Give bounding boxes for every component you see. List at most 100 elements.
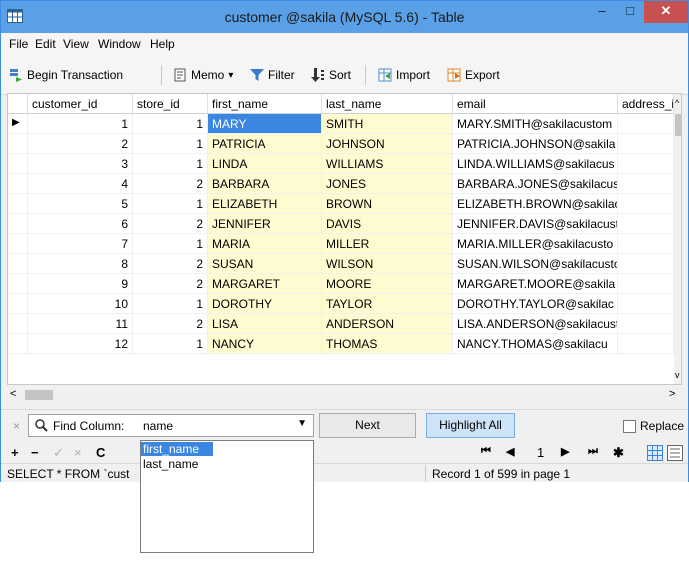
table-row[interactable]: 8 2 SUSAN WILSON SUSAN.WILSON@sakilacusto	[8, 254, 674, 274]
cell-first-name[interactable]: MARIA	[208, 234, 322, 254]
maximize-button[interactable]: □	[617, 1, 643, 23]
cell-last-name[interactable]: SMITH	[322, 114, 453, 134]
column-header-last-name[interactable]: last_name	[322, 94, 453, 114]
cell-last-name[interactable]: ANDERSON	[322, 314, 453, 334]
cell-address-id[interactable]	[618, 214, 674, 234]
cell-store-id[interactable]: 1	[133, 154, 208, 174]
row-selector[interactable]	[8, 294, 28, 314]
column-header-first-name[interactable]: first_name	[208, 94, 322, 114]
cell-customer-id[interactable]: 7	[28, 234, 133, 254]
row-selector[interactable]	[8, 334, 28, 354]
cell-first-name[interactable]: NANCY	[208, 334, 322, 354]
cell-address-id[interactable]	[618, 254, 674, 274]
cell-first-name[interactable]: LINDA	[208, 154, 322, 174]
column-suggestion-dropdown[interactable]: first_name last_name	[140, 440, 314, 553]
next-button[interactable]: Next	[319, 413, 416, 438]
settings-gear-icon[interactable]: ✱	[613, 445, 624, 461]
cell-last-name[interactable]: JOHNSON	[322, 134, 453, 154]
table-row[interactable]: ▶ 1 1 MARY SMITH MARY.SMITH@sakilacustom	[8, 114, 674, 134]
title-bar[interactable]: customer @sakila (MySQL 5.6) - Table ‒ □…	[1, 1, 688, 33]
dropdown-option-first-name[interactable]: first_name	[141, 442, 213, 456]
cell-customer-id[interactable]: 8	[28, 254, 133, 274]
cell-last-name[interactable]: BROWN	[322, 194, 453, 214]
vertical-scroll-thumb[interactable]	[675, 114, 681, 136]
cell-store-id[interactable]: 1	[133, 294, 208, 314]
cell-first-name[interactable]: PATRICIA	[208, 134, 322, 154]
table-row[interactable]: 3 1 LINDA WILLIAMS LINDA.WILLIAMS@sakilacus	[8, 154, 674, 174]
cell-customer-id[interactable]: 2	[28, 134, 133, 154]
cell-last-name[interactable]: MOORE	[322, 274, 453, 294]
table-row[interactable]: 9 2 MARGARET MOORE MARGARET.MOORE@sakila	[8, 274, 674, 294]
discard-changes-button[interactable]: ×	[74, 445, 82, 460]
cell-store-id[interactable]: 2	[133, 254, 208, 274]
table-row[interactable]: 6 2 JENNIFER DAVIS JENNIFER.DAVIS@sakilacust	[8, 214, 674, 234]
table-row[interactable]: 10 1 DOROTHY TAYLOR DOROTHY.TAYLOR@sakilac	[8, 294, 674, 314]
cell-store-id[interactable]: 2	[133, 214, 208, 234]
column-header-email[interactable]: email	[453, 94, 618, 114]
cell-address-id[interactable]	[618, 114, 674, 134]
cell-customer-id[interactable]: 11	[28, 314, 133, 334]
cell-first-name[interactable]: LISA	[208, 314, 322, 334]
cell-first-name[interactable]: MARY	[208, 114, 322, 134]
form-view-icon[interactable]	[667, 445, 683, 461]
cell-first-name[interactable]: SUSAN	[208, 254, 322, 274]
column-header-address-id[interactable]: address_i	[618, 94, 674, 114]
highlight-all-button[interactable]: Highlight All	[426, 413, 515, 438]
cell-first-name[interactable]: MARGARET	[208, 274, 322, 294]
close-find-icon[interactable]: ×	[13, 419, 20, 433]
menu-window[interactable]: Window	[98, 37, 141, 51]
cell-email[interactable]: BARBARA.JONES@sakilacust	[453, 174, 618, 194]
grid-view-icon[interactable]	[647, 445, 663, 461]
menu-help[interactable]: Help	[150, 37, 175, 51]
table-row[interactable]: 7 1 MARIA MILLER MARIA.MILLER@sakilacusto	[8, 234, 674, 254]
cell-email[interactable]: MARIA.MILLER@sakilacusto	[453, 234, 618, 254]
cell-email[interactable]: ELIZABETH.BROWN@sakilac	[453, 194, 618, 214]
cell-address-id[interactable]	[618, 314, 674, 334]
cell-customer-id[interactable]: 3	[28, 154, 133, 174]
table-row[interactable]: 11 2 LISA ANDERSON LISA.ANDERSON@sakilacust	[8, 314, 674, 334]
cell-address-id[interactable]	[618, 174, 674, 194]
row-selector[interactable]	[8, 194, 28, 214]
horizontal-scroll-thumb[interactable]	[25, 390, 53, 400]
cell-address-id[interactable]	[618, 294, 674, 314]
row-selector[interactable]	[8, 134, 28, 154]
cell-last-name[interactable]: MILLER	[322, 234, 453, 254]
cell-email[interactable]: LISA.ANDERSON@sakilacust	[453, 314, 618, 334]
last-record-button[interactable]: ⏭	[588, 445, 598, 458]
cell-email[interactable]: LINDA.WILLIAMS@sakilacus	[453, 154, 618, 174]
row-selector[interactable]	[8, 274, 28, 294]
horizontal-scrollbar[interactable]: < >	[7, 387, 682, 403]
cell-email[interactable]: MARGARET.MOORE@sakila	[453, 274, 618, 294]
scroll-right-arrow-icon[interactable]: >	[669, 388, 675, 400]
table-row[interactable]: 4 2 BARBARA JONES BARBARA.JONES@sakilacust	[8, 174, 674, 194]
row-selector[interactable]: ▶	[8, 114, 28, 134]
cell-address-id[interactable]	[618, 194, 674, 214]
export-button[interactable]: Export	[447, 68, 500, 82]
menu-view[interactable]: View	[63, 37, 89, 51]
cell-customer-id[interactable]: 12	[28, 334, 133, 354]
cell-email[interactable]: MARY.SMITH@sakilacustom	[453, 114, 618, 134]
close-button[interactable]: ✕	[644, 1, 688, 23]
cell-customer-id[interactable]: 10	[28, 294, 133, 314]
row-selector[interactable]	[8, 234, 28, 254]
next-page-button[interactable]: ▶	[561, 445, 569, 458]
find-column-combo[interactable]: Find Column: ▼	[28, 414, 314, 437]
page-number[interactable]: 1	[537, 445, 544, 460]
table-row[interactable]: 5 1 ELIZABETH BROWN ELIZABETH.BROWN@sakilac	[8, 194, 674, 214]
cell-address-id[interactable]	[618, 274, 674, 294]
previous-page-button[interactable]: ◀	[506, 445, 514, 458]
row-selector[interactable]	[8, 254, 28, 274]
delete-record-button[interactable]: −	[31, 445, 39, 460]
cell-store-id[interactable]: 2	[133, 274, 208, 294]
refresh-button[interactable]: C	[96, 445, 105, 460]
row-selector[interactable]	[8, 154, 28, 174]
cell-store-id[interactable]: 1	[133, 134, 208, 154]
cell-last-name[interactable]: THOMAS	[322, 334, 453, 354]
data-grid[interactable]: customer_id store_id first_name last_nam…	[7, 93, 682, 385]
sort-button[interactable]: Sort	[311, 68, 351, 82]
column-header-store-id[interactable]: store_id	[133, 94, 208, 114]
cell-store-id[interactable]: 1	[133, 334, 208, 354]
cell-email[interactable]: PATRICIA.JOHNSON@sakila	[453, 134, 618, 154]
cell-first-name[interactable]: DOROTHY	[208, 294, 322, 314]
first-record-button[interactable]: ⏮	[481, 445, 491, 458]
